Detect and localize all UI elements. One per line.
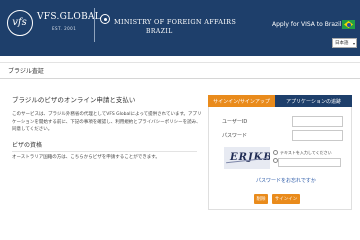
vfs-logo-icon: vfs: [7, 10, 33, 36]
site-header: vfs VFS.GLOBAL EST. 2001 MINISTRY OF FOR…: [0, 0, 360, 56]
language-value: 日本語: [335, 41, 349, 46]
ministry-name: MINISTRY OF FOREIGN AFFAIRS: [114, 18, 237, 26]
visa-eligibility-heading: ビザの資格: [12, 142, 43, 149]
captcha-input[interactable]: [278, 158, 341, 167]
brazil-flag-icon: [342, 20, 355, 29]
header-divider: [94, 8, 95, 42]
ministry-country: BRAZIL: [146, 28, 173, 35]
tab-signin[interactable]: サインイン/サインアップ: [208, 95, 275, 107]
tab-track-application[interactable]: アプリケーションの追跡: [275, 95, 352, 107]
user-id-label: ユーザーID: [222, 119, 248, 125]
chevron-down-icon: ▾: [352, 41, 355, 46]
refresh-captcha-icon[interactable]: [273, 150, 278, 155]
signin-button[interactable]: サインイン: [272, 194, 300, 204]
captcha-image: ERJKB: [224, 147, 270, 169]
password-input[interactable]: [292, 130, 343, 141]
brand-subtitle: EST. 2001: [52, 26, 77, 31]
section-divider: [12, 151, 197, 152]
forgot-password-link[interactable]: パスワードをお忘れですか: [256, 177, 316, 184]
password-label: パスワード: [222, 133, 248, 139]
page-title: ブラジル査証: [8, 68, 44, 75]
title-divider: [0, 78, 360, 79]
section-heading: ブラジルのビザのオンライン申請と支払い: [12, 96, 136, 104]
brand-name: VFS.GLOBAL: [37, 12, 102, 22]
australia-link-text[interactable]: オーストラリア国籍の方は、こちらからビザを申請することができます。: [12, 154, 207, 160]
user-id-input[interactable]: [292, 116, 343, 127]
intro-text: このサービスは、ブラジル外務省の代理としてVFS Globalによって提供されて…: [12, 112, 202, 132]
captcha-hint: テキストを入力してください: [280, 150, 332, 155]
language-select[interactable]: 日本語 ▾: [332, 38, 357, 48]
apply-visa-text: Apply for VISA to Brazil: [272, 21, 342, 28]
breadcrumb-divider: [0, 62, 360, 63]
clear-button[interactable]: 削除: [254, 194, 268, 204]
brazil-emblem-icon: [100, 14, 110, 24]
